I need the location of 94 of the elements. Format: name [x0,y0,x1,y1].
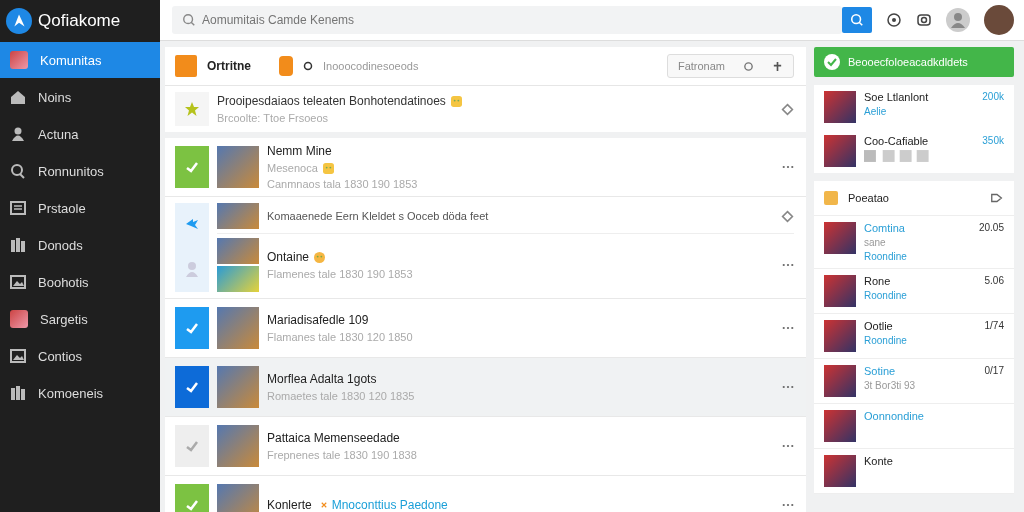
sidebar-item[interactable]: Boohotis [0,264,160,300]
document-icon [10,200,26,216]
avatar-icon [10,51,28,69]
channel-name[interactable]: Soe Ltlanlont [864,91,975,103]
sidebar-item[interactable]: Ronnunitos [0,153,160,189]
app-name: Qofiakome [38,11,121,31]
emoji-icon [322,162,334,174]
post-meta: Brcoolte: Ttoe Frsoeos [217,112,330,124]
cross-icon [320,502,327,508]
post-title: Mariadisafedle 109 [267,313,369,327]
more-options-icon[interactable] [782,385,794,389]
photo-placeholder [217,146,259,188]
person-icon [10,126,26,142]
sidebar-item[interactable]: Contios [0,338,160,374]
item-name[interactable]: Konte [864,455,1004,467]
sidebar-item[interactable]: Sargetis [0,301,160,337]
sidebar-item[interactable]: Noins [0,79,160,115]
photo-placeholder [217,425,259,467]
search-icon [10,163,26,179]
avatar-icon [10,310,28,328]
item-time: 20.05 [978,222,1004,233]
emoji-icon [314,251,326,263]
follower-count: 350k [982,135,1004,146]
post-meta: Frepnenes tale 1830 190 1838 [267,449,418,461]
post-title: Konlerte [267,498,312,512]
post-title: Ontaine [267,250,310,264]
search-button[interactable] [842,7,872,33]
item-name[interactable]: Ootlie [864,320,977,332]
item-time: 0/17 [984,365,1004,376]
item-time: 5.06 [984,275,1004,286]
more-options-icon[interactable] [782,444,794,448]
post-meta: Flamanes tale 1830 120 1850 [267,331,414,343]
tag-icon[interactable] [990,191,1004,205]
image-icon [10,274,26,290]
star-icon [184,101,200,117]
photo-placeholder [824,320,856,352]
channel-status: Aelie [864,106,888,117]
more-options-icon[interactable] [782,326,794,330]
logo-icon [6,8,32,34]
photo-placeholder [824,222,856,254]
circle-icon [303,61,313,71]
books-icon [10,237,26,253]
panel-title: Poeatao [848,192,890,204]
image-icon [10,348,26,364]
post-tag: Mesenoca [267,162,318,174]
circle-icon [743,60,754,72]
photo-placeholder [824,275,856,307]
follower-count: 200k [982,91,1004,102]
channel-name[interactable]: Coo-Cafiable [864,135,975,147]
photo-placeholder [824,91,856,123]
item-name[interactable]: Rone [864,275,977,287]
check-icon [824,54,840,70]
books-icon [10,385,26,401]
user-silhouette-icon[interactable] [946,8,970,32]
search-field[interactable]: Aomumitais Camde Kenems [172,6,842,34]
post-meta: Romaetes tale 1830 120 1835 [267,390,416,402]
photo-placeholder [217,307,259,349]
photo-placeholder [824,410,856,442]
photo-placeholder [217,203,259,229]
photo-placeholder [217,366,259,408]
group-title: Komaaenede Eern Kleldet s Ooceb döda feet [267,210,490,222]
post-title: Prooipesdaiaos teleaten Bonhotendatinoes [217,94,446,108]
post-title: Pattaica Memenseedade [267,431,400,445]
sidebar-item[interactable]: Donods [0,227,160,263]
tag-chips-icon [864,150,932,162]
photo-placeholder [217,266,259,292]
post-meta: Flamenes tale 1830 190 1853 [267,268,414,280]
item-time: 1/74 [984,320,1004,331]
feed-title: Ortritne [207,59,251,73]
photo-placeholder [824,455,856,487]
feed-subtitle: Inooocodinesoeods [323,60,419,72]
more-options-icon[interactable] [782,263,794,267]
emoji-icon [450,95,462,107]
post-meta: Canmnaos tala 1830 190 1853 [267,178,419,190]
item-detail: sane [864,237,887,248]
more-options-icon[interactable] [782,165,794,169]
sidebar-item[interactable]: Komoeneis [0,375,160,411]
photo-placeholder [217,238,259,264]
filter-control[interactable]: Fatronam [666,54,794,78]
more-options-icon[interactable] [782,503,794,507]
user-avatar[interactable] [984,5,1014,35]
item-detail: 3t Bor3ti 93 [864,380,917,391]
settings-icon[interactable] [781,209,794,223]
post-title: Nemm Mine [267,144,332,158]
search-icon [850,13,864,27]
sidebar-item[interactable]: Prstaole [0,190,160,226]
post-title: Morflea Adalta 1gots [267,372,377,386]
photo-placeholder [824,135,856,167]
photo-placeholder [824,365,856,397]
home-icon [10,89,26,105]
settings-icon[interactable] [781,102,794,116]
sidebar-item[interactable]: Komunitas [0,42,160,78]
sidebar-item[interactable]: Actuna [0,116,160,152]
camera-icon[interactable] [916,12,932,28]
